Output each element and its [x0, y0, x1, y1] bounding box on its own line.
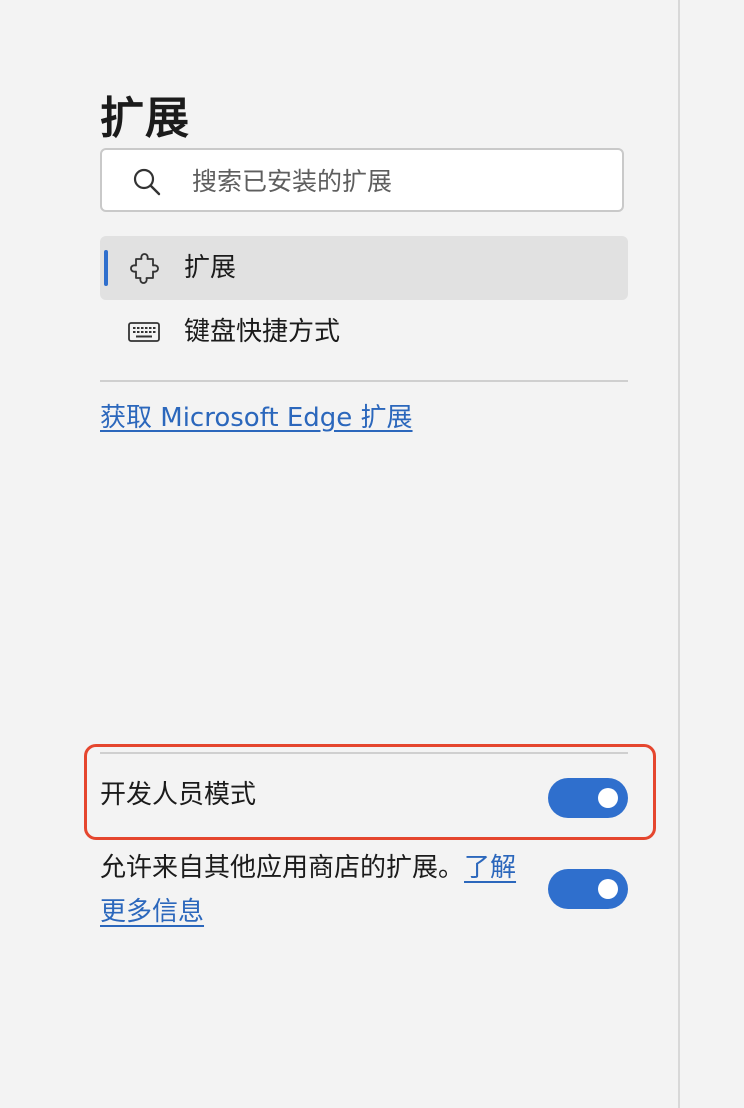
- sidebar-item-keyboard-shortcuts[interactable]: 键盘快捷方式: [100, 300, 628, 364]
- allow-other-stores-toggle[interactable]: [548, 869, 628, 909]
- search-box[interactable]: [100, 148, 624, 212]
- other-stores-label: 允许来自其他应用商店的扩展。: [100, 853, 465, 883]
- toggle-knob: [598, 879, 618, 899]
- developer-mode-divider: [100, 752, 628, 754]
- toggle-knob: [598, 788, 618, 808]
- search-icon: [133, 168, 161, 196]
- puzzle-piece-icon: [130, 253, 159, 284]
- extensions-sidebar-page: 扩展 扩展: [0, 0, 744, 1108]
- search-input[interactable]: [192, 162, 612, 200]
- page-title: 扩展: [100, 93, 190, 145]
- vertical-divider: [678, 0, 680, 1108]
- keyboard-icon: [128, 322, 160, 342]
- developer-mode-label: 开发人员模式: [100, 780, 257, 810]
- section-divider: [100, 380, 628, 382]
- active-indicator: [104, 250, 108, 286]
- sidebar-item-label: 键盘快捷方式: [184, 317, 341, 347]
- other-stores-description: 允许来自其他应用商店的扩展。了解更多信息: [100, 846, 530, 934]
- sidebar-item-extensions[interactable]: 扩展: [100, 236, 628, 300]
- developer-mode-toggle[interactable]: [548, 778, 628, 818]
- get-edge-extensions-link[interactable]: 获取 Microsoft Edge 扩展: [100, 400, 413, 436]
- sidebar-item-label: 扩展: [184, 253, 237, 283]
